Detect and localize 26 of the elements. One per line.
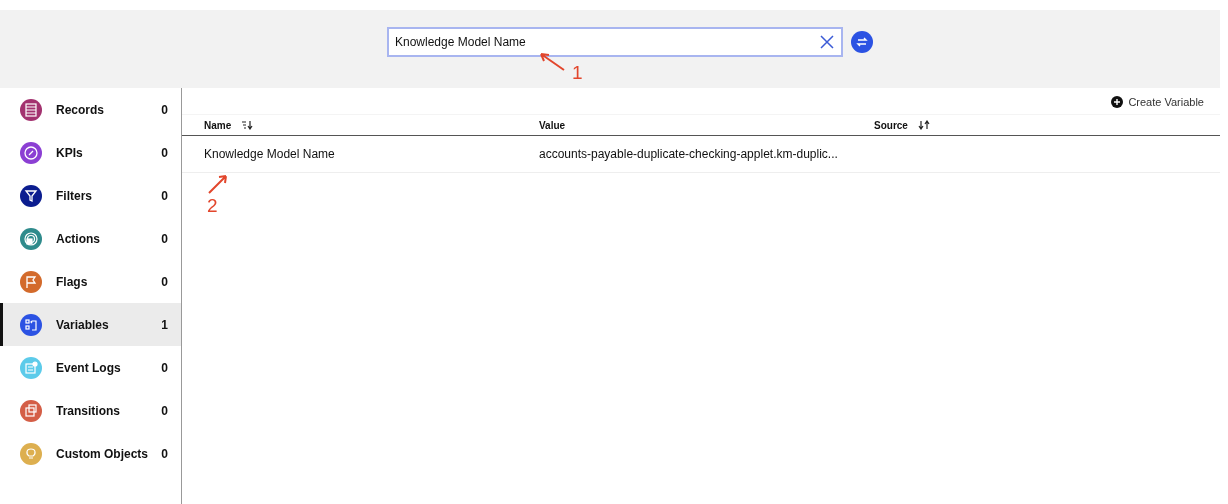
column-header[interactable]: Name [204,119,232,131]
search-value: Knowledge Model Name [395,35,527,49]
sidebar-item[interactable]: Records 0 [0,88,181,131]
sidebar-item[interactable]: Custom Objects 0 [0,432,181,475]
annotation-arrow [537,50,567,72]
sidebar-item[interactable]: Event Logs 0 [0,346,181,389]
sidebar-item[interactable]: KPIs 0 [0,131,181,174]
sidebar-item[interactable]: Flags 0 [0,260,181,303]
sidebar-item[interactable]: Variables 1 [0,303,181,346]
sidebar-item[interactable]: Actions 0 [0,217,181,260]
sidebar-item[interactable]: Filters 0 [0,174,181,217]
create-variable-button[interactable]: Create Variable [1111,94,1204,110]
annotation-label: 1 [572,62,583,84]
column-header[interactable]: Source [874,119,908,131]
column-header[interactable]: Value [539,119,566,131]
plus-icon [1111,96,1124,108]
table-cell: Knowledge Model Name [204,147,335,161]
search-field[interactable]: Knowledge Model Name [387,27,843,57]
close-icon[interactable] [819,34,835,50]
sort-icon[interactable] [917,120,930,130]
sidebar-item[interactable]: Transitions 0 [0,389,181,432]
annotation-label: 2 [207,195,218,217]
sort-icon[interactable] [241,120,254,130]
annotation-arrow [207,173,229,195]
swap-icon[interactable] [851,31,873,53]
table-cell: accounts-payable-duplicate-checking-applet.km-duplic... [539,147,838,161]
